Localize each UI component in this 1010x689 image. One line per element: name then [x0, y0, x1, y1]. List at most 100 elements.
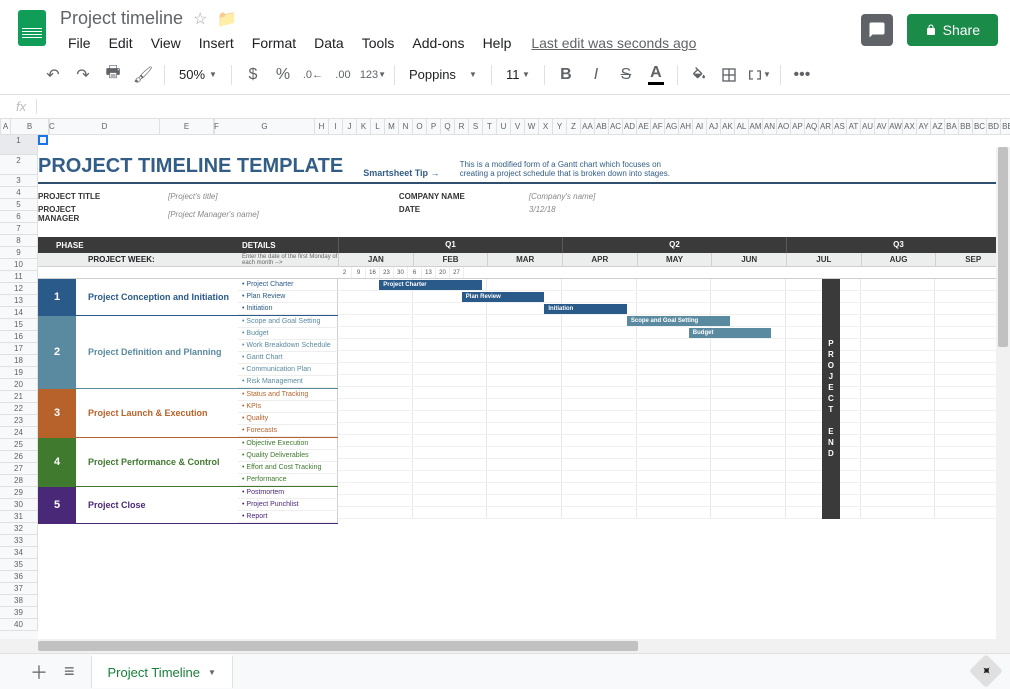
col-header-O[interactable]: O — [413, 119, 427, 134]
move-folder-icon[interactable]: 📁 — [217, 9, 237, 29]
more-options-button[interactable]: ••• — [789, 62, 815, 88]
col-header-BE[interactable]: BE — [1001, 119, 1010, 134]
col-header-BA[interactable]: BA — [945, 119, 959, 134]
col-header-AY[interactable]: AY — [917, 119, 931, 134]
col-header-AQ[interactable]: AQ — [805, 119, 819, 134]
col-header-G[interactable]: G — [215, 119, 315, 134]
merge-cells-button[interactable]: ▼ — [746, 62, 772, 88]
col-header-A[interactable]: A — [1, 119, 11, 134]
col-header-AV[interactable]: AV — [875, 119, 889, 134]
col-header-X[interactable]: X — [539, 119, 553, 134]
increase-decimal-button[interactable]: .00 — [330, 62, 356, 88]
col-header-AL[interactable]: AL — [735, 119, 749, 134]
document-title[interactable]: Project timeline — [60, 8, 183, 29]
col-header-Y[interactable]: Y — [553, 119, 567, 134]
row-header-38[interactable]: 38 — [0, 595, 38, 607]
col-header-AU[interactable]: AU — [861, 119, 875, 134]
col-header-AN[interactable]: AN — [763, 119, 777, 134]
redo-button[interactable]: ↷ — [70, 62, 96, 88]
strikethrough-button[interactable]: S — [613, 62, 639, 88]
italic-button[interactable]: I — [583, 62, 609, 88]
row-header-8[interactable]: 8 — [0, 235, 38, 247]
col-header-AS[interactable]: AS — [833, 119, 847, 134]
row-header-11[interactable]: 11 — [0, 271, 38, 283]
col-header-AK[interactable]: AK — [721, 119, 735, 134]
col-header-AG[interactable]: AG — [665, 119, 679, 134]
col-header-AA[interactable]: AA — [581, 119, 595, 134]
row-header-1[interactable]: 1 — [0, 135, 38, 155]
col-header-Q[interactable]: Q — [441, 119, 455, 134]
share-button[interactable]: Share — [907, 14, 998, 46]
row-header-39[interactable]: 39 — [0, 607, 38, 619]
row-header-5[interactable]: 5 — [0, 199, 38, 211]
col-header-I[interactable]: I — [329, 119, 343, 134]
row-header-23[interactable]: 23 — [0, 415, 38, 427]
col-header-BC[interactable]: BC — [973, 119, 987, 134]
col-header-J[interactable]: J — [343, 119, 357, 134]
col-header-AE[interactable]: AE — [637, 119, 651, 134]
row-header-15[interactable]: 15 — [0, 319, 38, 331]
col-header-AR[interactable]: AR — [819, 119, 833, 134]
comments-button[interactable] — [861, 14, 893, 46]
row-header-35[interactable]: 35 — [0, 559, 38, 571]
row-header-34[interactable]: 34 — [0, 547, 38, 559]
row-header-14[interactable]: 14 — [0, 307, 38, 319]
last-edit-link[interactable]: Last edit was seconds ago — [531, 35, 696, 51]
col-header-B[interactable]: B — [11, 119, 49, 134]
row-header-17[interactable]: 17 — [0, 343, 38, 355]
decrease-decimal-button[interactable]: .0← — [300, 62, 326, 88]
font-select[interactable]: Poppins▼ — [403, 65, 483, 84]
row-header-37[interactable]: 37 — [0, 583, 38, 595]
sheet-content[interactable]: PROJECT TIMELINE TEMPLATE Smartsheet Tip… — [38, 135, 1010, 659]
menu-edit[interactable]: Edit — [101, 31, 141, 55]
paint-format-button[interactable]: 🖌 — [130, 62, 156, 88]
row-header-13[interactable]: 13 — [0, 295, 38, 307]
bold-button[interactable]: B — [553, 62, 579, 88]
row-header-21[interactable]: 21 — [0, 391, 38, 403]
col-header-W[interactable]: W — [525, 119, 539, 134]
col-header-AJ[interactable]: AJ — [707, 119, 721, 134]
sheet-tab[interactable]: Project Timeline▼ — [91, 655, 233, 688]
col-header-AD[interactable]: AD — [623, 119, 637, 134]
col-header-V[interactable]: V — [511, 119, 525, 134]
menu-format[interactable]: Format — [244, 31, 304, 55]
row-header-4[interactable]: 4 — [0, 187, 38, 199]
smartsheet-tip-link[interactable]: Smartsheet Tip → — [363, 168, 439, 178]
col-header-U[interactable]: U — [497, 119, 511, 134]
row-header-36[interactable]: 36 — [0, 571, 38, 583]
col-header-Z[interactable]: Z — [567, 119, 581, 134]
row-header-9[interactable]: 9 — [0, 247, 38, 259]
col-header-BB[interactable]: BB — [959, 119, 973, 134]
more-formats-button[interactable]: 123▼ — [360, 62, 386, 88]
col-header-AZ[interactable]: AZ — [931, 119, 945, 134]
row-header-19[interactable]: 19 — [0, 367, 38, 379]
row-header-10[interactable]: 10 — [0, 259, 38, 271]
print-button[interactable]: 🖶 — [100, 62, 126, 88]
col-header-E[interactable]: E — [160, 119, 214, 134]
col-header-T[interactable]: T — [483, 119, 497, 134]
row-header-26[interactable]: 26 — [0, 451, 38, 463]
row-header-24[interactable]: 24 — [0, 427, 38, 439]
col-header-M[interactable]: M — [385, 119, 399, 134]
menu-help[interactable]: Help — [475, 31, 520, 55]
row-header-22[interactable]: 22 — [0, 403, 38, 415]
row-header-25[interactable]: 25 — [0, 439, 38, 451]
undo-button[interactable]: ↶ — [40, 62, 66, 88]
menu-insert[interactable]: Insert — [191, 31, 242, 55]
vertical-scrollbar[interactable] — [996, 147, 1010, 653]
sheets-logo[interactable] — [12, 8, 52, 48]
row-header-12[interactable]: 12 — [0, 283, 38, 295]
row-header-7[interactable]: 7 — [0, 223, 38, 235]
col-header-AX[interactable]: AX — [903, 119, 917, 134]
col-header-N[interactable]: N — [399, 119, 413, 134]
add-sheet-button[interactable]: ＋ — [30, 659, 48, 685]
col-header-P[interactable]: P — [427, 119, 441, 134]
col-header-S[interactable]: S — [469, 119, 483, 134]
currency-button[interactable]: $ — [240, 62, 266, 88]
row-header-27[interactable]: 27 — [0, 463, 38, 475]
zoom-select[interactable]: 50%▼ — [173, 65, 223, 84]
col-header-AW[interactable]: AW — [889, 119, 903, 134]
row-header-3[interactable]: 3 — [0, 175, 38, 187]
col-header-L[interactable]: L — [371, 119, 385, 134]
row-header-18[interactable]: 18 — [0, 355, 38, 367]
